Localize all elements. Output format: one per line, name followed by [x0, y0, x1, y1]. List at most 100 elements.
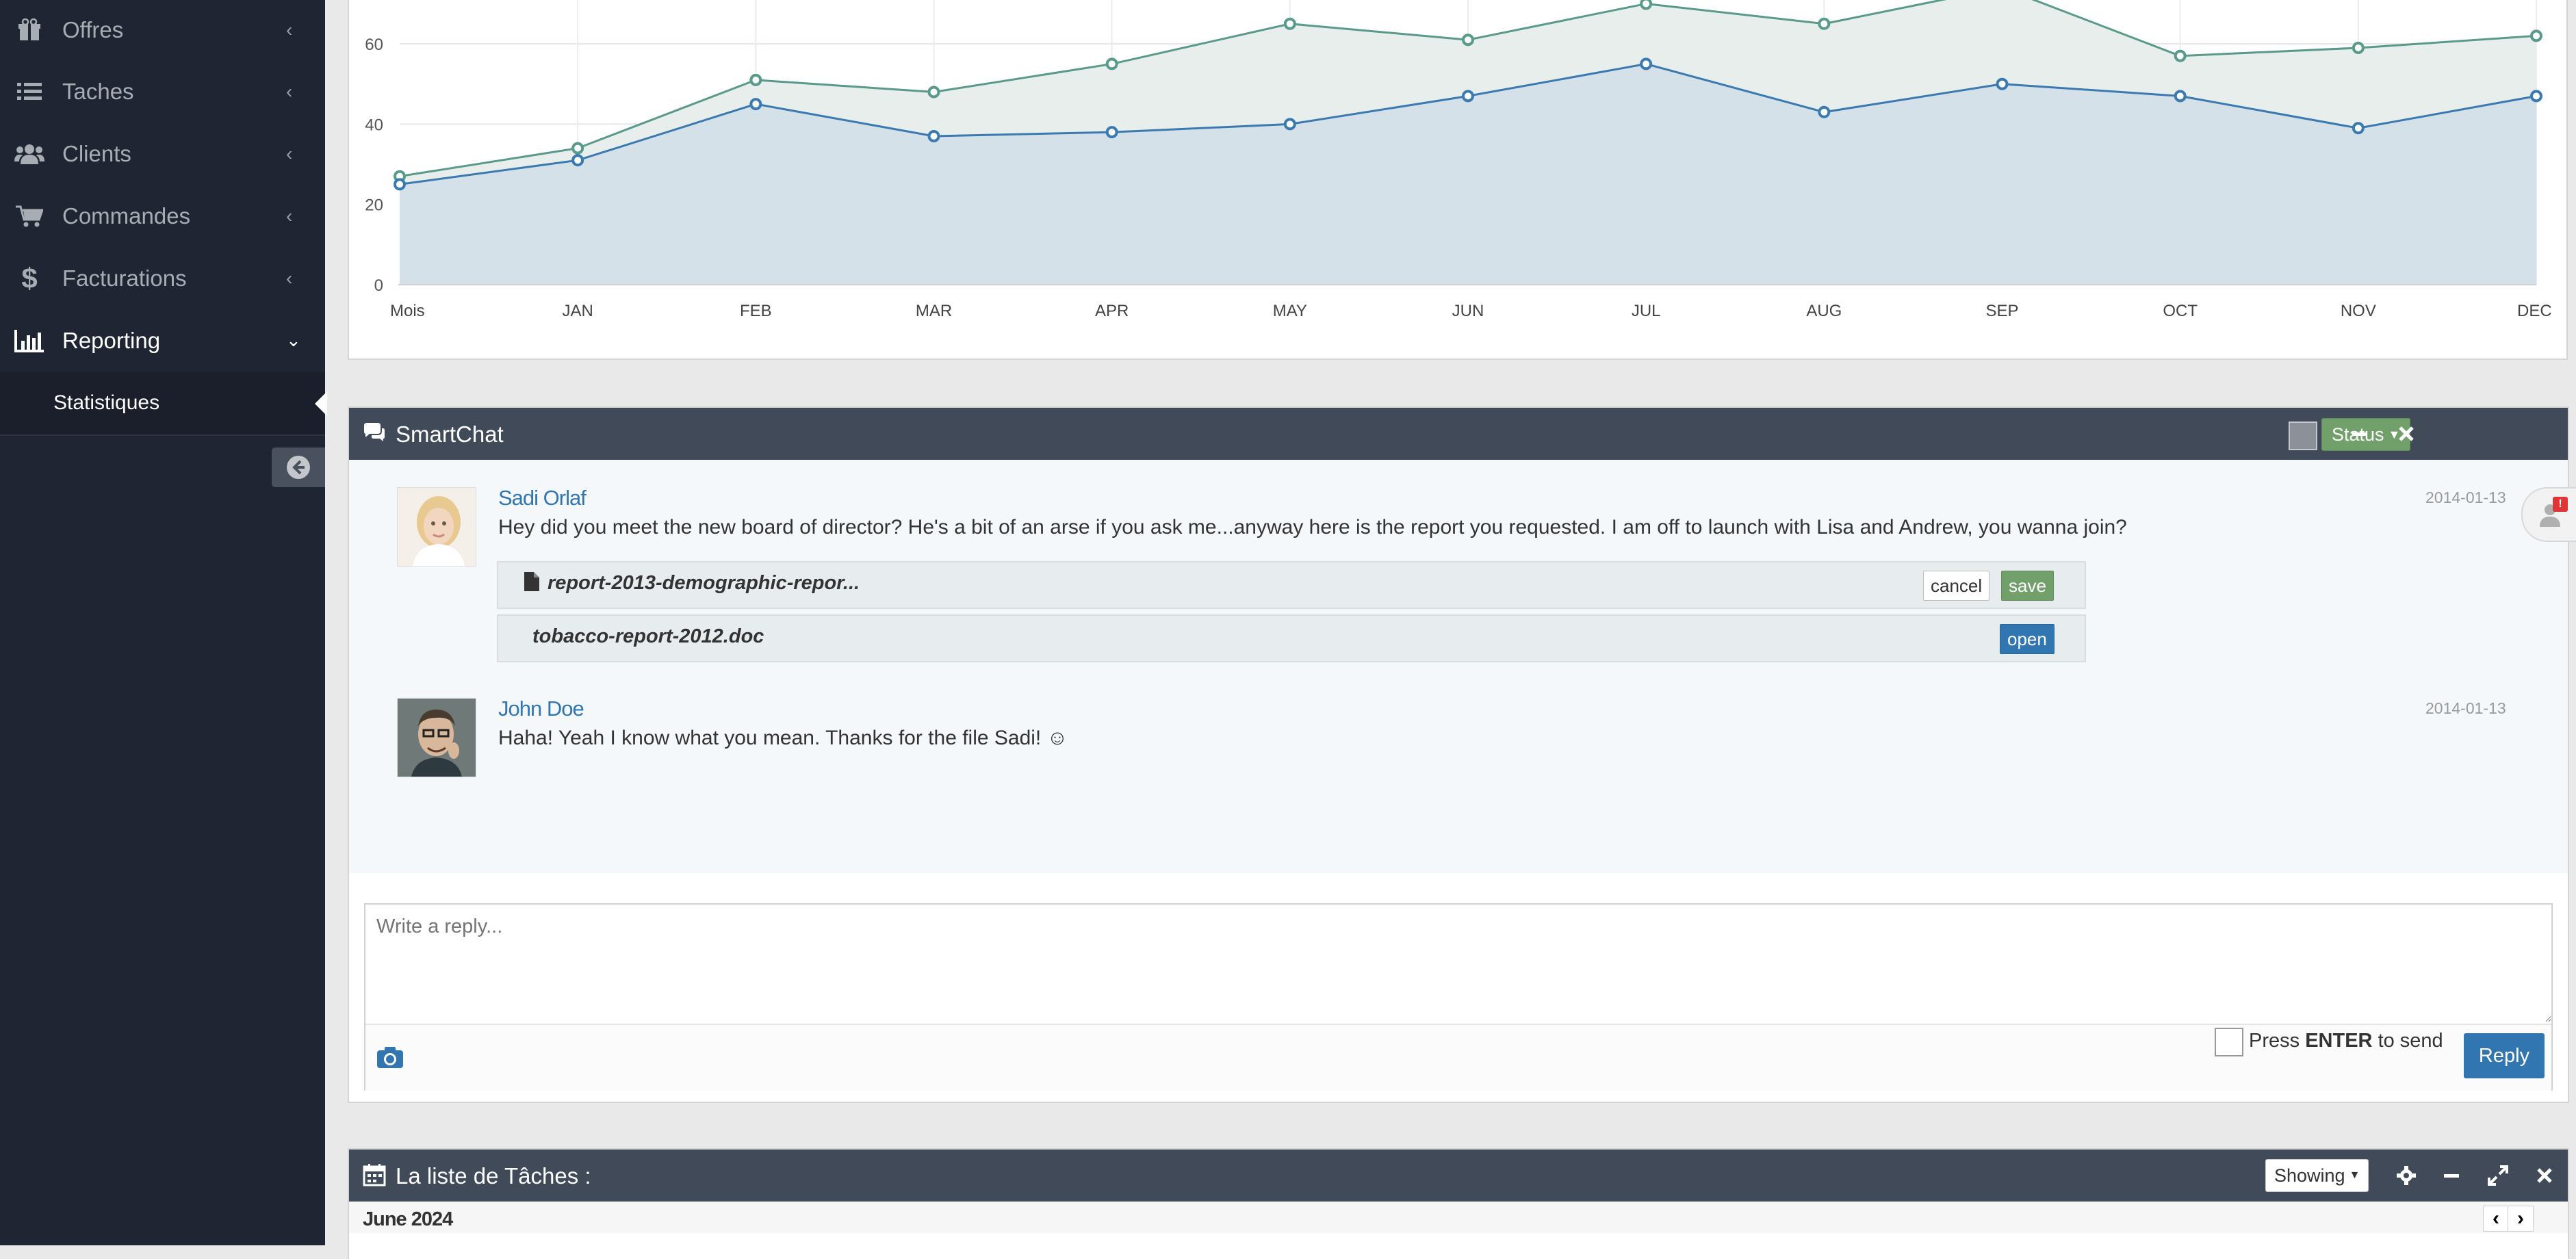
statistics-chart-panel: 0 20 40 60 Mois JAN FEB MAR APR MAY JUN JUL AUG SEP OC…	[348, 0, 2568, 360]
chevron-right-icon: ›	[2517, 1207, 2524, 1230]
close-icon	[2399, 426, 2414, 441]
fullscreen-button[interactable]	[2484, 1162, 2512, 1189]
active-indicator	[315, 391, 327, 416]
camera-button[interactable]	[376, 1046, 404, 1072]
reply-button[interactable]: Reply	[2464, 1033, 2545, 1078]
save-button[interactable]: save	[2001, 571, 2054, 601]
series-0-point	[1105, 57, 1118, 70]
avatar	[397, 698, 476, 777]
camera-icon	[377, 1047, 403, 1068]
series-1-point	[1818, 105, 1831, 118]
collapse-sidebar-button[interactable]	[272, 447, 325, 487]
x-tick-label: OCT	[2163, 302, 2198, 320]
gear-icon	[2397, 1166, 2416, 1185]
sidebar-item-taches[interactable]: Taches ‹	[0, 60, 325, 122]
gift-icon	[14, 0, 45, 61]
press-text: Press	[2249, 1030, 2300, 1052]
y-tick-label: 40	[365, 116, 383, 134]
series-0-point	[1818, 17, 1831, 30]
x-tick-label: MAY	[1273, 302, 1307, 320]
series-0-point	[927, 86, 940, 99]
chevron-left-icon: ‹	[286, 142, 293, 164]
chevron-left-icon: ‹	[286, 80, 293, 102]
avatar-sadi-orlaf	[398, 488, 476, 566]
series-1-point	[1640, 57, 1653, 70]
x-tick-label: FEB	[740, 302, 772, 320]
sidebar-subitem-label: Statistiques	[53, 391, 160, 414]
color-toggle-button[interactable]	[2289, 421, 2317, 450]
task-list-title: La liste de Tâches :	[396, 1163, 591, 1189]
comments-icon	[364, 423, 385, 441]
showing-dropdown-button[interactable]: Showing ▼	[2265, 1159, 2369, 1192]
y-tick-label: 0	[374, 276, 383, 295]
sidebar-item-facturations[interactable]: $ Facturations ‹	[0, 247, 325, 309]
calendar-toolbar: June 2024 ‹ ›	[349, 1202, 2568, 1233]
sidebar-item-commandes[interactable]: Commandes ‹	[0, 185, 325, 247]
reply-textarea[interactable]	[365, 905, 2551, 1022]
list-icon	[14, 60, 45, 122]
settings-button[interactable]	[2393, 1162, 2420, 1189]
series-1-point	[1105, 126, 1118, 139]
reply-box: Reply	[364, 903, 2553, 1091]
message-author[interactable]: Sadi Orlaf	[498, 486, 587, 510]
series-1-point	[2530, 90, 2542, 103]
sidebar-item-clients[interactable]: Clients ‹	[0, 122, 325, 185]
open-button[interactable]: open	[2000, 624, 2055, 654]
x-tick-label: Mois	[390, 302, 425, 320]
x-tick-label: SEP	[1985, 302, 2018, 320]
dollar-icon: $	[21, 261, 38, 294]
enter-to-send-checkbox[interactable]	[2215, 1028, 2243, 1056]
chevron-left-icon: ‹	[286, 18, 293, 40]
attachment-item: tobacco-report-2012.doc open	[497, 614, 2086, 662]
prev-month-button[interactable]: ‹	[2483, 1206, 2509, 1232]
series-0-point	[749, 73, 762, 86]
message-date: 2014-01-13	[2425, 699, 2506, 717]
close-button[interactable]	[2393, 420, 2420, 447]
series-1-point	[2174, 90, 2187, 103]
series-1-point	[749, 98, 762, 111]
expand-icon	[2488, 1165, 2508, 1186]
cancel-button[interactable]: cancel	[1923, 571, 1990, 601]
sidebar-item-offres[interactable]: Offres ‹	[0, 0, 325, 61]
y-tick-label: 20	[365, 196, 383, 215]
x-tick-label: APR	[1095, 302, 1129, 320]
next-month-button[interactable]: ›	[2508, 1206, 2534, 1232]
x-tick-label: NOV	[2341, 302, 2376, 320]
sidebar-subitem-statistiques[interactable]: Statistiques	[0, 372, 327, 436]
series-1-point	[1996, 77, 2009, 90]
chat-users-toggle[interactable]: !	[2521, 487, 2576, 542]
cart-icon	[14, 185, 45, 247]
smartchat-title: SmartChat	[396, 421, 504, 447]
calendar-month-title: June 2024	[363, 1208, 453, 1230]
series-0-point	[1640, 0, 1653, 10]
series-0-point	[2530, 29, 2542, 42]
sidebar-item-label: Commandes	[62, 203, 191, 229]
minus-icon	[2444, 1174, 2459, 1178]
task-list-widget: La liste de Tâches : Showing ▼ June 2024…	[348, 1148, 2569, 1259]
series-0-point	[2352, 41, 2365, 54]
message-text: Hey did you meet the new board of direct…	[498, 516, 2127, 538]
chat-messages: Sadi Orlaf 2014-01-13 Hey did you meet t…	[349, 460, 2568, 873]
to-send-text: to send	[2378, 1030, 2443, 1052]
file-icon	[524, 572, 539, 591]
sidebar-item-label: Offres	[62, 16, 124, 42]
series-1-point	[1462, 90, 1474, 103]
sidebar-item-label: Facturations	[62, 265, 187, 291]
y-tick-label: 60	[365, 36, 383, 54]
chevron-left-icon: ‹	[2493, 1207, 2499, 1230]
close-button[interactable]	[2531, 1162, 2558, 1189]
x-tick-label: JUN	[1452, 302, 1484, 320]
x-tick-label: JAN	[562, 302, 593, 320]
attachment-name: report-2013-demographic-repor...	[548, 572, 860, 594]
series-0-point	[571, 142, 584, 155]
task-list-header: La liste de Tâches : Showing ▼	[349, 1150, 2568, 1202]
attachment-item: report-2013-demographic-repor... cancel …	[497, 561, 2086, 609]
message-author[interactable]: John Doe	[498, 697, 584, 721]
enter-key-text: ENTER	[2305, 1030, 2373, 1052]
sidebar-item-label: Taches	[62, 78, 134, 104]
showing-label: Showing	[2274, 1165, 2345, 1186]
minimize-button[interactable]	[2438, 1162, 2465, 1189]
minimize-button[interactable]	[2346, 420, 2373, 447]
sidebar-item-reporting[interactable]: Reporting ⌄	[0, 309, 325, 372]
series-0-point	[1283, 17, 1296, 30]
